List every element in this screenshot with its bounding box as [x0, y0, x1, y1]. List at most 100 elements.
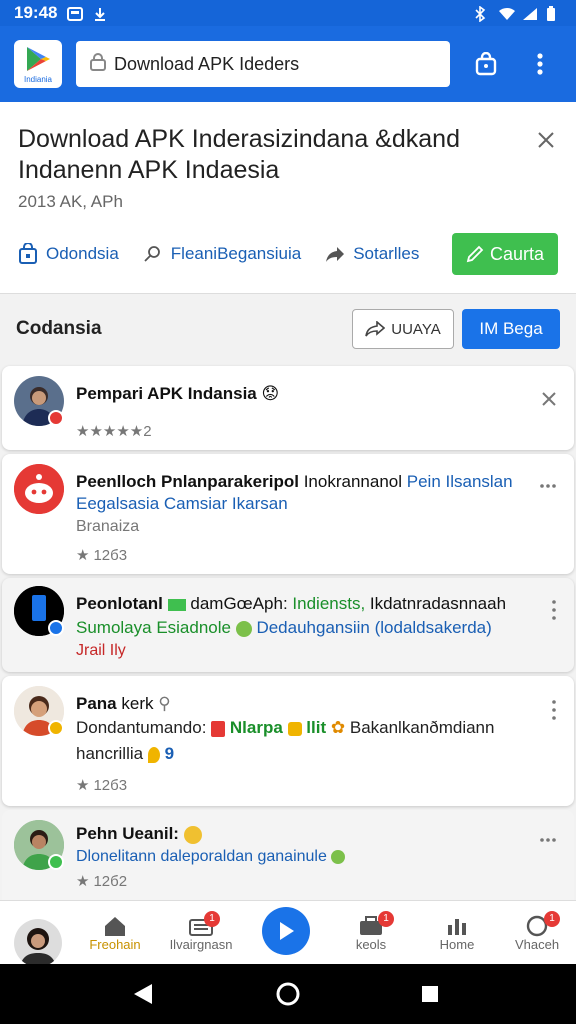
bottom-navigation: Freohain Ilvairgnasn 1 keols 1 Home Vhac…	[0, 900, 576, 967]
action-search[interactable]: FleaniBegansiuia	[143, 244, 301, 264]
download-icon	[93, 6, 109, 21]
rating-value: 12б3	[93, 776, 128, 794]
avatar	[14, 464, 64, 514]
more-vert-icon	[552, 600, 556, 620]
bag-icon	[19, 243, 37, 264]
card-menu-button[interactable]	[552, 600, 556, 625]
feed-card[interactable]: Peenlloch Pnlanparakeripol Inokrannanol …	[2, 454, 574, 574]
flag-icon	[167, 598, 186, 611]
play-button[interactable]	[262, 907, 310, 955]
card-title-tail: Ikdatnradasnnaah	[369, 594, 507, 613]
nav-item-tools[interactable]: keols 1	[328, 901, 414, 965]
sort-button[interactable]: UUAYA	[352, 309, 454, 349]
nav-label: Ilvairgnasn	[169, 936, 233, 952]
feed: Codansia UUAYA IM Bega Pempari APK Indan…	[0, 294, 576, 900]
card-menu-button[interactable]	[540, 826, 556, 847]
more-options-button[interactable]	[522, 46, 558, 82]
action-search-label: FleaniBegansiuia	[170, 244, 302, 263]
bluetooth-icon	[474, 5, 490, 23]
avatar-badge	[48, 410, 64, 426]
card-menu-button[interactable]	[552, 700, 556, 725]
card-line: Sumolaya Esiadnole Dedauhgansiin (lodald…	[76, 618, 492, 638]
card-title-text: Pehn Ueanil:	[76, 824, 179, 843]
card-menu-button[interactable]	[540, 472, 556, 493]
home-circle-icon[interactable]	[276, 982, 300, 1006]
nav-item-chat[interactable]: Vhaceh 1	[494, 901, 576, 965]
begin-button[interactable]: IM Bega	[462, 309, 560, 349]
star-icon: ★	[76, 777, 90, 794]
page-title-line2: Indanenn APK Indaesia	[18, 156, 280, 184]
search-input[interactable]: Download APK Ideders	[76, 41, 450, 87]
share-arrow-icon	[365, 321, 386, 337]
top-app-bar: Indiania Download APK Ideders	[0, 26, 576, 102]
play-store-logo[interactable]: Indiania	[14, 40, 62, 88]
rating: ★ 12б2	[76, 872, 128, 891]
feed-card[interactable]: Pana kerk ⚲ Dondantumando: Nlarpa llit ✿…	[2, 676, 574, 806]
url-text: Download APK Ideders	[114, 53, 300, 74]
page-title-line1: Download APK Inderasizindana &dkand	[18, 125, 460, 153]
more-horiz-icon	[540, 484, 556, 488]
caurta-button[interactable]: Caurta	[452, 233, 558, 275]
rating-value: 12б3	[93, 546, 128, 564]
back-icon[interactable]	[134, 984, 152, 1004]
play-icon	[280, 922, 294, 940]
status-bar: 19:48	[0, 0, 576, 26]
notification-badge: 1	[544, 911, 560, 927]
card-line: Jrail Ily	[76, 642, 126, 659]
feed-header: Codansia UUAYA IM Bega	[0, 294, 576, 364]
sort-button-label: UUAYA	[391, 320, 441, 338]
nav-label: Freohain	[89, 936, 141, 952]
caurta-button-label: Caurta	[489, 243, 545, 264]
avatar-badge	[48, 720, 64, 736]
feed-card[interactable]: Pempari APK Indansia 😟 ★★★★★2	[2, 366, 574, 450]
pin-icon	[147, 746, 160, 763]
nav-item-inbox[interactable]: Ilvairgnasn 1	[158, 901, 244, 965]
feed-card[interactable]: Pehn Ueanil: Dlonelitann daleporaldan ga…	[2, 810, 574, 900]
rating: ★ 12б3	[76, 546, 128, 565]
shopping-bag-icon	[475, 52, 497, 76]
nav-item-chart[interactable]: Home	[414, 901, 500, 965]
feed-card[interactable]: Peonlotanl damGœAph: Indiensts, Ikdatnra…	[2, 578, 574, 672]
card-line: Dlonelitann daleporaldan ganainule	[76, 848, 346, 866]
nav-item-home[interactable]: Freohain	[72, 901, 158, 965]
nine-icon: 9	[164, 744, 175, 763]
dismiss-button[interactable]	[542, 390, 556, 411]
recents-icon[interactable]	[422, 986, 438, 1002]
card-title: Pempari APK Indansia 😟	[76, 384, 279, 404]
star-icon: ★	[76, 547, 90, 564]
card-line-green: Sumolaya Esiadnole	[76, 618, 231, 637]
chart-icon	[448, 918, 466, 935]
avatar-badge	[48, 620, 64, 636]
card-line: Eegalsasia Camsiar Ikarsan	[76, 494, 288, 513]
battery-icon	[546, 6, 562, 21]
card-title-text: Pempari APK Indansia	[76, 384, 257, 403]
close-icon	[538, 132, 554, 148]
action-share[interactable]: Sotarlles	[325, 244, 419, 264]
notification-badge: 1	[378, 911, 394, 927]
bag-button[interactable]	[468, 46, 504, 82]
page-subtitle: 2013 AK, APh	[18, 192, 123, 211]
card-line-start: Dondantumando:	[76, 718, 207, 737]
logo-label: Indiania	[23, 75, 53, 84]
face-icon	[331, 849, 346, 864]
card-title: Pehn Ueanil:	[76, 824, 202, 844]
link-icon: ⚲	[158, 694, 171, 713]
card-title: Pana kerk ⚲	[76, 694, 171, 714]
action-odondsia[interactable]: Odondsia	[18, 243, 119, 265]
nav-label: keols	[355, 936, 387, 952]
rating-value: 12б2	[93, 872, 128, 890]
more-horiz-icon	[540, 838, 556, 842]
emoji-icon	[183, 825, 202, 844]
close-icon	[542, 392, 556, 406]
feed-title: Codansia	[16, 318, 102, 339]
action-share-label: Sotarlles	[353, 244, 420, 263]
card-title-bold: Pana	[76, 694, 117, 713]
emoji-icon: 😟	[261, 384, 280, 403]
avatar-badge	[48, 854, 64, 870]
profile-avatar[interactable]	[14, 919, 62, 967]
system-navigation-bar	[0, 964, 576, 1024]
wifi-icon	[498, 6, 515, 20]
lock-icon	[90, 52, 106, 76]
home-icon	[105, 916, 125, 936]
close-button[interactable]	[534, 130, 558, 154]
